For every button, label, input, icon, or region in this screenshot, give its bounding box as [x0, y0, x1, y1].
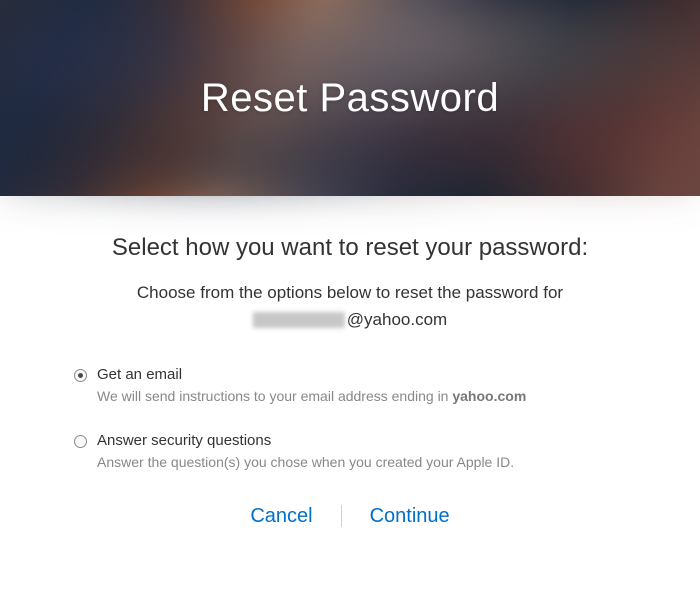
radio-icon[interactable] [74, 435, 87, 448]
email-line: @yahoo.com [50, 310, 650, 330]
subheading: Select how you want to reset your passwo… [50, 234, 650, 262]
option-description: We will send instructions to your email … [97, 387, 642, 407]
hero-banner: Reset Password [0, 0, 700, 196]
option-desc-text: We will send instructions to your email … [97, 388, 452, 404]
continue-button[interactable]: Continue [342, 499, 478, 534]
option-text: Answer security questions Answer the que… [97, 432, 642, 473]
options-group: Get an email We will send instructions t… [50, 366, 650, 473]
option-text: Get an email We will send instructions t… [97, 366, 642, 407]
option-get-email[interactable]: Get an email We will send instructions t… [74, 366, 642, 407]
content-area: Select how you want to reset your passwo… [0, 196, 700, 534]
option-title: Answer security questions [97, 432, 642, 449]
description-text: Choose from the options below to reset t… [50, 280, 650, 306]
email-masked-portion [253, 312, 345, 328]
option-description: Answer the question(s) you chose when yo… [97, 453, 642, 473]
option-desc-bold: yahoo.com [452, 388, 526, 404]
option-title: Get an email [97, 366, 642, 383]
cancel-button[interactable]: Cancel [222, 499, 340, 534]
action-bar: Cancel Continue [50, 499, 650, 534]
option-security-questions[interactable]: Answer security questions Answer the que… [74, 432, 642, 473]
option-desc-text: Answer the question(s) you chose when yo… [97, 454, 514, 470]
email-suffix: @yahoo.com [347, 310, 447, 329]
radio-icon[interactable] [74, 369, 87, 382]
page-title: Reset Password [201, 76, 499, 121]
